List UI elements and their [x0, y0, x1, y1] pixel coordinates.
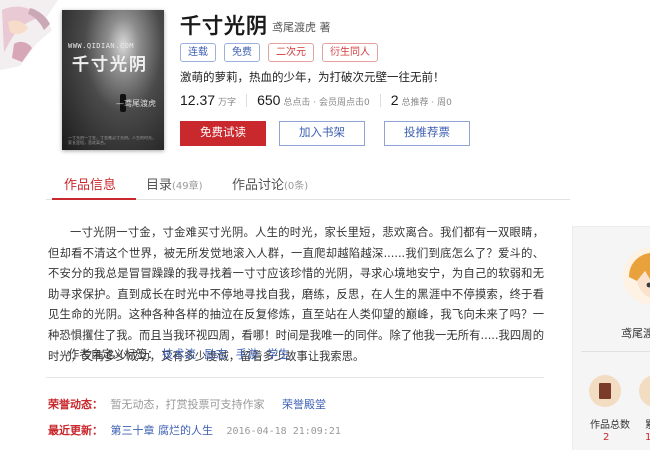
word-count-unit: 万字 [218, 98, 237, 108]
recommend-vote-button[interactable]: 投推荐票 [384, 121, 470, 146]
recommend-count-unit: 总推荐 · 周0 [401, 98, 452, 108]
words-total-label: 累计 [645, 416, 650, 431]
tab-catalog-count: (49章) [172, 181, 203, 192]
author-tag[interactable]: 励志 [204, 348, 227, 361]
anime-character-banner [0, 0, 58, 70]
tab-discussion-count: (0条) [284, 181, 309, 192]
section-divider [46, 377, 544, 378]
tab-catalog[interactable]: 目录(49章) [146, 174, 203, 193]
book-tabs: 作品信息 目录(49章) 作品讨论(0条) [46, 168, 570, 200]
tab-book-info-label: 作品信息 [64, 178, 117, 193]
author-tag[interactable]: 技术流 [162, 348, 196, 361]
side-panel-divider [581, 351, 650, 352]
free-read-button[interactable]: 免费试读 [180, 121, 266, 146]
tab-discussion[interactable]: 作品讨论(0条) [232, 174, 308, 193]
works-icon [589, 375, 621, 407]
cover-title-text: 千寸光阴 [72, 55, 148, 75]
author-name[interactable]: 鸢尾渡 [621, 325, 650, 341]
book-title: 千寸光阴 [180, 14, 268, 38]
add-to-shelf-button[interactable]: 加入书架 [279, 121, 365, 146]
tag-status[interactable]: 连载 [180, 43, 216, 62]
tab-book-info[interactable]: 作品信息 [64, 174, 116, 193]
book-author[interactable]: 鸢尾渡虎 著 [272, 19, 331, 35]
honor-text: 暂无动态，打赏投票可支持作家 [110, 398, 265, 411]
click-count-unit: 总点击 · 会员周点击0 [283, 98, 370, 108]
tag-free[interactable]: 免费 [224, 43, 260, 62]
honor-row: 荣誉动态： 暂无动态，打赏投票可支持作家 荣誉殿堂 [48, 396, 326, 412]
book-tags: 连载 免费 二次元 衍生同人 [180, 43, 378, 62]
stat-divider [379, 93, 381, 107]
author-side-panel: 鸢尾渡 作品总数 累计 2 1 [572, 226, 650, 450]
tag-genre[interactable]: 二次元 [268, 43, 314, 62]
latest-chapter-link[interactable]: 第三十章 腐烂的人生 [111, 424, 214, 437]
cover-url-text: WWW.QIDIAN.COM [68, 42, 135, 50]
latest-update-row: 最近更新： 第三十章 腐烂的人生 2016-04-18 21:09:21 [48, 422, 341, 438]
tab-catalog-label: 目录 [146, 178, 173, 193]
book-intro: 激萌的萝莉，热血的少年，为打破次元壁一往无前！ [180, 70, 445, 84]
cover-fine-print: 一寸光阴一寸金，寸金难买寸光阴。人生的时光，家长里短，悲欢离合。 [68, 136, 156, 145]
author-tag[interactable]: 手游 [236, 348, 259, 361]
works-total-label: 作品总数 [590, 420, 630, 431]
works-total-value: 2 [603, 432, 610, 443]
click-count: 650 [257, 92, 281, 108]
author-avatar[interactable] [623, 247, 650, 305]
latest-update-label: 最近更新： [48, 424, 103, 437]
author-tags-label: 作者自定义标签： [68, 348, 159, 361]
recommend-count: 2 [390, 92, 399, 108]
tab-discussion-label: 作品讨论 [232, 178, 285, 193]
words-total-value: 1 [645, 432, 650, 443]
book-cover[interactable]: WWW.QIDIAN.COM 千寸光阴 —鸢尾渡虎 一寸光阴一寸金，寸金难买寸光… [62, 10, 164, 150]
book-stats: 12.37 万字 650 总点击 · 会员周点击0 2 总推荐 · 周0 [180, 92, 452, 108]
cover-author-text: —鸢尾渡虎 [116, 99, 156, 108]
word-count: 12.37 [180, 92, 216, 108]
latest-update-date: 2016-04-18 21:09:21 [226, 426, 341, 437]
author-tag[interactable]: 学生 [267, 348, 290, 361]
book-icon [599, 383, 611, 399]
honor-label: 荣誉动态： [48, 398, 103, 411]
stat-divider [246, 93, 248, 107]
words-icon [639, 375, 650, 407]
honor-hall-link[interactable]: 荣誉殿堂 [282, 398, 326, 411]
author-custom-tags: 作者自定义标签： 技术流 励志 手游 学生 [68, 346, 295, 362]
tag-subgenre[interactable]: 衍生同人 [322, 43, 378, 62]
active-tab-indicator [52, 198, 136, 200]
